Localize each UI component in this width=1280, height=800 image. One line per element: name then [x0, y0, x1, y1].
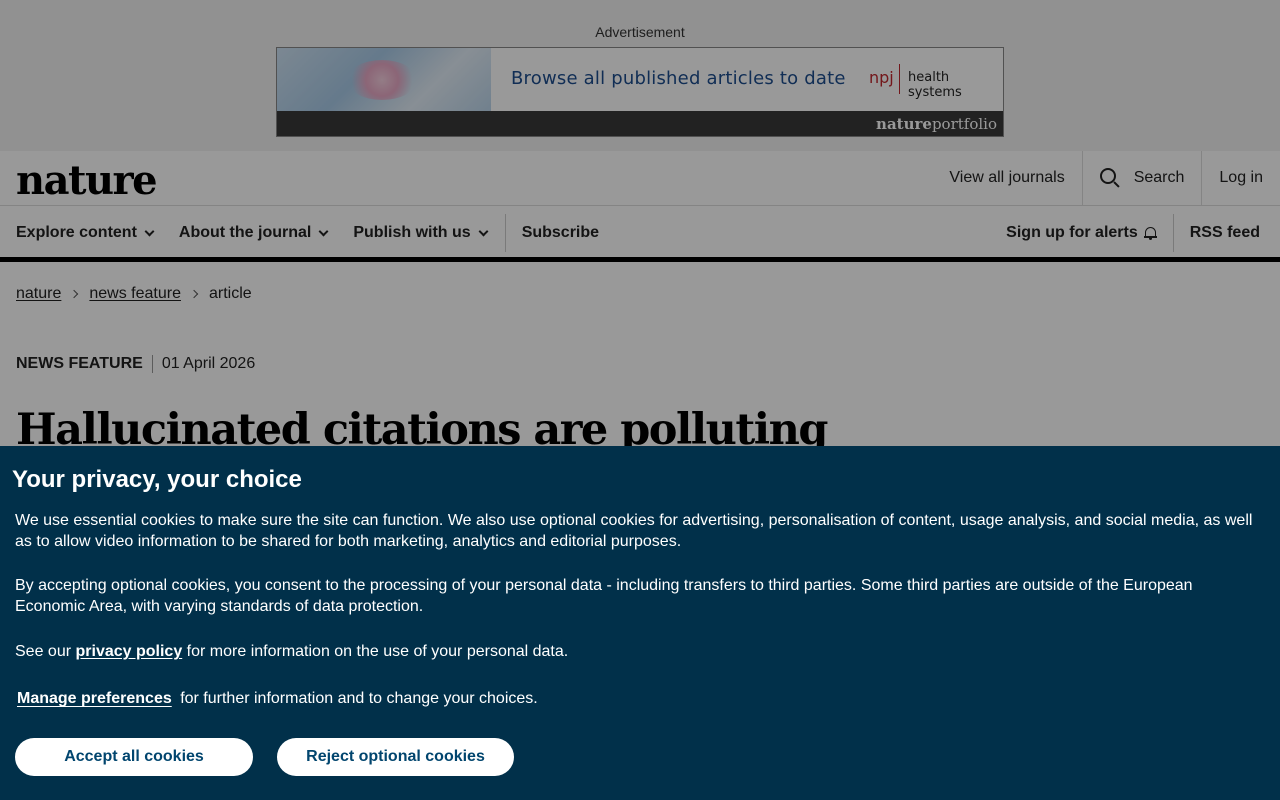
cookie-title: Your privacy, your choice [12, 466, 302, 493]
cookie-paragraph: See our privacy policy for more informat… [15, 643, 569, 660]
cookie-consent-banner: Your privacy, your choice We use essenti… [0, 446, 1280, 800]
cookie-paragraph: Manage preferences for further informati… [17, 690, 538, 707]
cookie-paragraph: We use essential cookies to make sure th… [15, 512, 1253, 550]
manage-preferences-button[interactable]: Manage preferences [17, 690, 172, 707]
reject-optional-cookies-button[interactable]: Reject optional cookies [277, 738, 514, 776]
cookie-paragraph: By accepting optional cookies, you conse… [15, 577, 1193, 615]
accept-all-cookies-button[interactable]: Accept all cookies [15, 738, 253, 776]
privacy-policy-link[interactable]: privacy policy [76, 643, 183, 660]
